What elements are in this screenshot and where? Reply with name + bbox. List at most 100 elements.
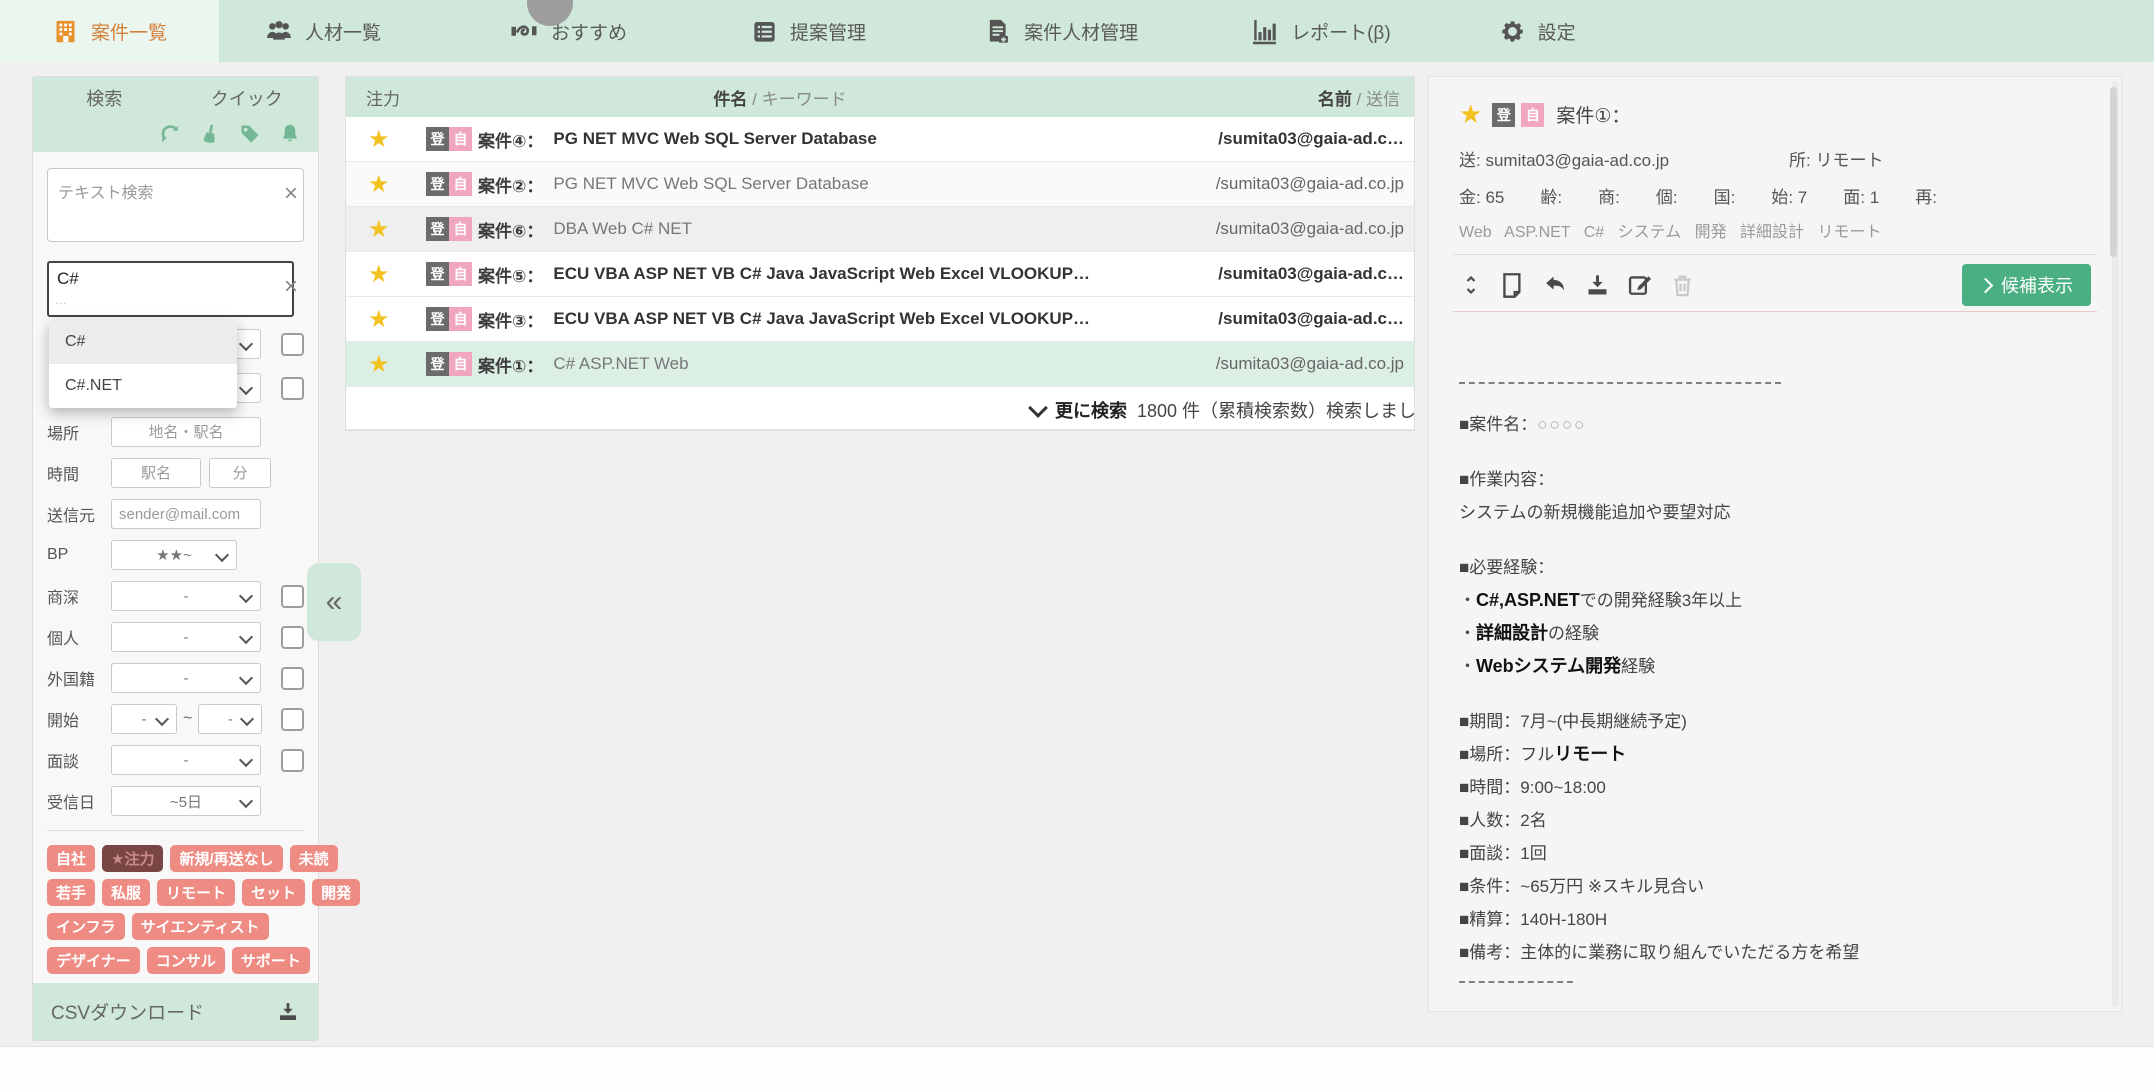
mendan-select[interactable]: - bbox=[111, 745, 261, 775]
hidden-checkbox-2[interactable] bbox=[281, 376, 304, 400]
star-icon[interactable]: ★ bbox=[368, 170, 426, 199]
scrollbar-thumb[interactable] bbox=[2110, 87, 2117, 257]
table-row[interactable]: ★ 登 自 案件⑤： ECU VBA ASP NET VB C# Java Ja… bbox=[346, 252, 1414, 297]
case-number: 案件①： bbox=[478, 356, 544, 376]
sender-input[interactable] bbox=[111, 499, 261, 529]
search-more-button[interactable]: 更に検索 1800 件（累積検索数）検索しました bbox=[1028, 397, 1414, 423]
text-search-input[interactable] bbox=[47, 168, 304, 242]
tag-shifuku[interactable]: 私服 bbox=[102, 879, 151, 906]
tag-shinki[interactable]: 新規/再送なし bbox=[170, 845, 283, 872]
shoshin-select[interactable]: - bbox=[111, 581, 261, 611]
mendan-checkbox[interactable] bbox=[281, 748, 304, 772]
suggestion-option[interactable]: C#.NET bbox=[49, 364, 237, 408]
tab-recommend[interactable]: 110 おすすめ bbox=[475, 0, 661, 62]
place-key: 所: bbox=[1789, 151, 1811, 170]
tag-remote[interactable]: リモート bbox=[157, 879, 236, 906]
detail-fact-interviews: ■面談：1回 bbox=[1459, 844, 1547, 863]
people-icon bbox=[265, 17, 293, 45]
star-icon[interactable]: ★ bbox=[368, 215, 426, 244]
table-row-selected[interactable]: ★ 登 自 案件①： C# ASP.NET Web /sumita03@gaia… bbox=[346, 342, 1414, 387]
csv-download-button[interactable]: CSVダウンロード bbox=[33, 983, 318, 1040]
shoshin-checkbox[interactable] bbox=[281, 584, 304, 608]
gaikoku-select[interactable]: - bbox=[111, 663, 261, 693]
detail-fact-period: ■期間：7月~(中長期継続予定) bbox=[1459, 712, 1687, 731]
download-icon[interactable] bbox=[1584, 272, 1611, 299]
location-input[interactable] bbox=[111, 417, 261, 447]
star-icon[interactable]: ★ bbox=[368, 350, 426, 379]
tab-case-list[interactable]: 案件一覧 bbox=[0, 0, 220, 62]
star-icon[interactable]: ★ bbox=[368, 260, 426, 289]
case-number: 案件④： bbox=[478, 131, 544, 151]
detail-fact-headcount: ■人数：2名 bbox=[1459, 811, 1547, 830]
dashed-separator bbox=[1459, 382, 1781, 384]
sidebar-tab-quick[interactable]: クイック bbox=[176, 85, 319, 111]
chart-icon bbox=[1250, 17, 1279, 46]
tab-report[interactable]: レポート(β) bbox=[1216, 0, 1425, 62]
tab-case-personnel-mgmt[interactable]: 案件人材管理 bbox=[950, 0, 1172, 62]
filter-label: 面談 bbox=[47, 754, 80, 771]
sort-updown-icon[interactable] bbox=[1459, 270, 1483, 300]
sidebar-tab-search[interactable]: 検索 bbox=[33, 85, 176, 111]
kaishi-checkbox[interactable] bbox=[281, 707, 304, 731]
tag-support[interactable]: サポート bbox=[231, 947, 310, 974]
reply-icon[interactable] bbox=[1541, 271, 1569, 299]
table-row[interactable]: ★ 登 自 案件③： ECU VBA ASP NET VB C# Java Ja… bbox=[346, 297, 1414, 342]
star-icon[interactable]: ★ bbox=[368, 305, 426, 334]
star-icon[interactable]: ★ bbox=[1459, 99, 1482, 130]
tag-set[interactable]: セット bbox=[242, 879, 306, 906]
jushin-select[interactable]: ~5日 bbox=[111, 786, 261, 816]
detail-fact-hours: ■時間：9:00~18:00 bbox=[1459, 778, 1606, 797]
tag-scientist[interactable]: サイエンティスト bbox=[131, 913, 269, 940]
table-row[interactable]: ★ 登 自 案件⑥： DBA Web C# NET /sumita03@gaia… bbox=[346, 207, 1414, 252]
own-badge: 自 bbox=[449, 262, 472, 286]
page-icon[interactable] bbox=[1498, 271, 1526, 299]
tag-jisha[interactable]: 自社 bbox=[47, 845, 96, 872]
bp-select[interactable]: ★★~ bbox=[111, 540, 237, 570]
refresh-icon[interactable] bbox=[158, 122, 182, 146]
kaishi-to-select[interactable]: - bbox=[198, 704, 263, 734]
keyword-search-input[interactable] bbox=[47, 261, 294, 317]
detail-fact-location: ■場所：フルリモート bbox=[1459, 744, 1627, 764]
detail-exp-label: ■必要経験： bbox=[1459, 558, 1555, 577]
table-row[interactable]: ★ 登 自 案件④： PG NET MVC Web SQL Server Dat… bbox=[346, 117, 1414, 162]
gaikoku-checkbox[interactable] bbox=[281, 666, 304, 690]
tag-designer[interactable]: デザイナー bbox=[47, 947, 140, 974]
tab-personnel-list[interactable]: 人材一覧 bbox=[231, 0, 415, 62]
station-input[interactable] bbox=[111, 458, 201, 488]
kaishi-from-select[interactable]: - bbox=[111, 704, 177, 734]
filter-row-kaishi: 開始 - ~ - bbox=[47, 704, 304, 734]
tag-wakate[interactable]: 若手 bbox=[47, 879, 96, 906]
tab-settings[interactable]: 設定 bbox=[1465, 0, 1610, 62]
case-sender: /sumita03@gaia-ad.co.jp bbox=[1215, 354, 1404, 373]
tag-infra[interactable]: インフラ bbox=[47, 913, 125, 940]
suggestion-option[interactable]: C# bbox=[49, 320, 237, 364]
edit-icon[interactable] bbox=[1626, 271, 1654, 299]
own-badge: 自 bbox=[449, 352, 472, 376]
tag-consul[interactable]: コンサル bbox=[146, 947, 225, 974]
tag-icon[interactable] bbox=[238, 122, 262, 146]
table-row[interactable]: ★ 登 自 案件②： PG NET MVC Web SQL Server Dat… bbox=[346, 162, 1414, 207]
chevron-double-left-icon: « bbox=[325, 585, 343, 618]
filter-row-sender: 送信元 bbox=[47, 499, 304, 529]
kojin-checkbox[interactable] bbox=[281, 625, 304, 649]
bell-icon[interactable] bbox=[278, 122, 302, 146]
tab-proposal-mgmt[interactable]: 提案管理 bbox=[717, 0, 900, 62]
kojin-select[interactable]: - bbox=[111, 622, 261, 652]
sidebar-collapse-button[interactable]: « bbox=[307, 563, 361, 641]
clear-icon[interactable]: × bbox=[284, 182, 298, 206]
own-badge: 自 bbox=[449, 217, 472, 241]
detail-scrollbar[interactable] bbox=[2110, 81, 2119, 1007]
hidden-checkbox-1[interactable] bbox=[281, 332, 304, 356]
tag-midoku[interactable]: 未読 bbox=[289, 845, 338, 872]
clear-icon[interactable]: × bbox=[284, 275, 298, 299]
tag-kaihatsu[interactable]: 開発 bbox=[312, 879, 361, 906]
show-candidates-button[interactable]: 候補表示 bbox=[1962, 264, 2091, 306]
sidebar-header: 検索 クイック bbox=[33, 77, 318, 152]
tag-chuuryoku[interactable]: ★注力 bbox=[102, 845, 164, 872]
star-icon[interactable]: ★ bbox=[368, 125, 426, 154]
broom-icon[interactable] bbox=[198, 122, 222, 146]
detail-fact-rate: ■条件：~65万円 ※スキル見合い bbox=[1459, 877, 1705, 896]
sidebar-body: × × … C# C#.NET 場所 時間 bbox=[33, 152, 361, 974]
trash-icon[interactable] bbox=[1669, 272, 1696, 299]
minutes-input[interactable] bbox=[209, 458, 271, 488]
